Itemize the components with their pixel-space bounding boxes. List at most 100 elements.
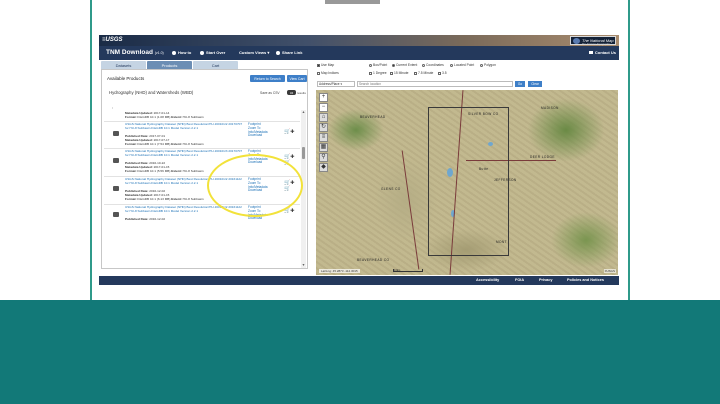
contact-us-label: Contact Us: [594, 50, 616, 55]
three-five-checkbox[interactable]: 3.5: [438, 71, 447, 75]
nav-how-to[interactable]: How to: [172, 50, 191, 55]
zoom-in-icon[interactable]: +: [319, 93, 328, 102]
one-degree-label: 1 Degree: [373, 71, 387, 75]
checkbox-icon: [414, 71, 417, 75]
list-item-meta: Published Date: 2016-12-02: [125, 217, 166, 221]
list-item-meta: Format: FileGDB 10.1 (6.13 MB) Extent: H…: [125, 197, 204, 201]
layers-icon[interactable]: ≡: [319, 133, 328, 142]
nav-start-over-label: Start Over: [206, 50, 226, 55]
coordinates-label: Coordinates: [426, 63, 444, 67]
nav-custom-views[interactable]: Custom Views ▾: [239, 50, 269, 55]
tab-products[interactable]: Products: [147, 61, 192, 69]
located-point-radio[interactable]: Located Point: [450, 63, 474, 67]
usgs-logo[interactable]: ≡USGS: [102, 37, 123, 43]
nav-start-over[interactable]: Start Over: [200, 50, 225, 55]
footer-policies-link[interactable]: Policies and Notices: [567, 278, 604, 282]
mail-icon: [588, 51, 593, 55]
refresh-icon: [200, 50, 204, 55]
tab-bar: Datasets Products Cart: [101, 61, 301, 69]
download-link[interactable]: Download: [248, 217, 278, 221]
zoom-out-icon[interactable]: −: [319, 103, 328, 112]
address-search-row: Address/Place ▾ Go Clear: [316, 80, 618, 88]
contact-us-link[interactable]: Contact Us: [588, 50, 616, 55]
app-title: TNM Download (v1.0): [106, 49, 164, 56]
current-extent-label: Current Extent: [396, 63, 418, 67]
checkbox-icon: [390, 71, 393, 75]
map-label: BEAVERHEAD CO: [357, 258, 390, 262]
dataset-heading: Hydrography (NHD) and Watersheds (WBD): [109, 90, 194, 95]
nav-custom-views-label: Custom Views ▾: [239, 50, 270, 55]
add-to-cart-icon[interactable]: 🛒✚: [284, 130, 296, 135]
list-item-meta: Format: FileGDB 10.1 (5.56 MB) Extent: H…: [125, 169, 204, 173]
product-links: Footprint Zoom To Info/Metadata Download: [248, 122, 278, 138]
three-five-label: 3.5: [442, 71, 447, 75]
one-degree-checkbox[interactable]: 1 Degree: [369, 71, 387, 75]
results-label: results: [297, 91, 306, 95]
save-as-csv-link[interactable]: Save as CSV: [260, 91, 280, 95]
map-view[interactable]: BEAVERHEAD SILVER BOW CO DEER LODGE MADI…: [316, 90, 618, 275]
nav-how-to-label: How to: [178, 50, 192, 55]
usgs-banner: ≡USGS The National Map The Nation's Topo…: [99, 35, 619, 49]
list-item-meta: Format: FileGDB 10.1 (1.08 MB) Extent: H…: [125, 115, 204, 119]
document-icon: [113, 186, 119, 191]
document-icon: [113, 212, 119, 217]
return-to-search-button[interactable]: Return to Search: [250, 75, 285, 82]
checkbox-icon: [317, 71, 320, 75]
coordinate-readout: Lat/Lng: 45.2873 -112.3015: [319, 269, 360, 273]
map-indices-label: Map Indices: [321, 71, 339, 75]
use-map-label: Use Map: [321, 63, 335, 67]
map-label: BEAVERHEAD: [360, 115, 386, 119]
coordinates-radio[interactable]: Coordinates: [422, 63, 444, 67]
map-indices-checkbox[interactable]: Map Indices: [317, 71, 339, 75]
box-point-label: Box/Point: [373, 63, 388, 67]
scroll-up-arrow[interactable]: ▲: [301, 110, 306, 115]
add-to-cart-icon[interactable]: 🛒✚: [284, 209, 296, 214]
slide-footer-band: [0, 300, 720, 404]
location-pin-icon[interactable]: ⚲: [319, 153, 328, 162]
results-count-badge: 34: [287, 90, 296, 95]
go-button[interactable]: Go: [515, 81, 525, 87]
scrollbar-thumb[interactable]: [302, 147, 305, 159]
box-point-radio[interactable]: Box/Point: [369, 63, 387, 67]
radio-icon: [392, 63, 395, 67]
home-icon[interactable]: ⌂: [319, 113, 328, 122]
map-toolbar: + − ⌂ ↻ ≡ ▦ ⚲ ◆: [319, 93, 328, 173]
scroll-down-arrow[interactable]: ▼: [301, 263, 306, 268]
clear-button[interactable]: Clear: [528, 81, 542, 87]
footer-privacy-link[interactable]: Privacy: [539, 278, 553, 282]
checkbox-icon: [369, 71, 372, 75]
list-item-meta: Format: FileGDB 10.1 (7.54 MB) Extent: H…: [125, 142, 204, 146]
polygon-label: Polygon: [484, 63, 496, 67]
map-label: MADISON: [541, 106, 559, 110]
usgs-map-credit: ≡USGS: [603, 269, 616, 273]
location-search-input[interactable]: [357, 81, 513, 87]
eraser-icon[interactable]: ◆: [319, 163, 328, 172]
document-icon: [113, 131, 119, 136]
fifteen-minute-checkbox[interactable]: 15 Minute: [390, 71, 408, 75]
help-icon: [172, 50, 176, 55]
national-map-badge[interactable]: The National Map The Nation's Topographi…: [570, 36, 616, 49]
footer-accessibility-link[interactable]: Accessibility: [476, 278, 499, 282]
radio-icon: [369, 63, 372, 67]
seven-half-minute-checkbox[interactable]: 7.5 Minute: [414, 71, 433, 75]
use-map-checkbox[interactable]: Use Map: [317, 63, 334, 67]
view-cart-button[interactable]: View Cart: [287, 75, 307, 82]
document-icon: [113, 158, 119, 163]
address-type-select[interactable]: Address/Place ▾: [317, 81, 355, 87]
basemap-icon[interactable]: ▦: [319, 143, 328, 152]
product-title-link[interactable]: USGS National Hydrography Dataset (NHD) …: [125, 149, 243, 158]
tab-datasets[interactable]: Datasets: [101, 61, 146, 69]
refresh-icon[interactable]: ↻: [319, 123, 328, 132]
polygon-radio[interactable]: Polygon: [480, 63, 496, 67]
download-link[interactable]: Download: [248, 134, 278, 138]
located-point-label: Located Point: [454, 63, 475, 67]
current-extent-radio[interactable]: Current Extent: [392, 63, 417, 67]
tab-cart[interactable]: Cart: [193, 61, 238, 69]
available-products-title: Available Products: [107, 76, 145, 81]
product-title-link[interactable]: USGS National Hydrography Dataset (NHD) …: [125, 122, 243, 131]
nav-share-link[interactable]: Share Link: [276, 50, 302, 55]
footer-foia-link[interactable]: FOIA: [515, 278, 524, 282]
link-icon: [276, 50, 280, 55]
globe-icon: [573, 38, 580, 44]
fifteen-minute-label: 15 Minute: [394, 71, 409, 75]
